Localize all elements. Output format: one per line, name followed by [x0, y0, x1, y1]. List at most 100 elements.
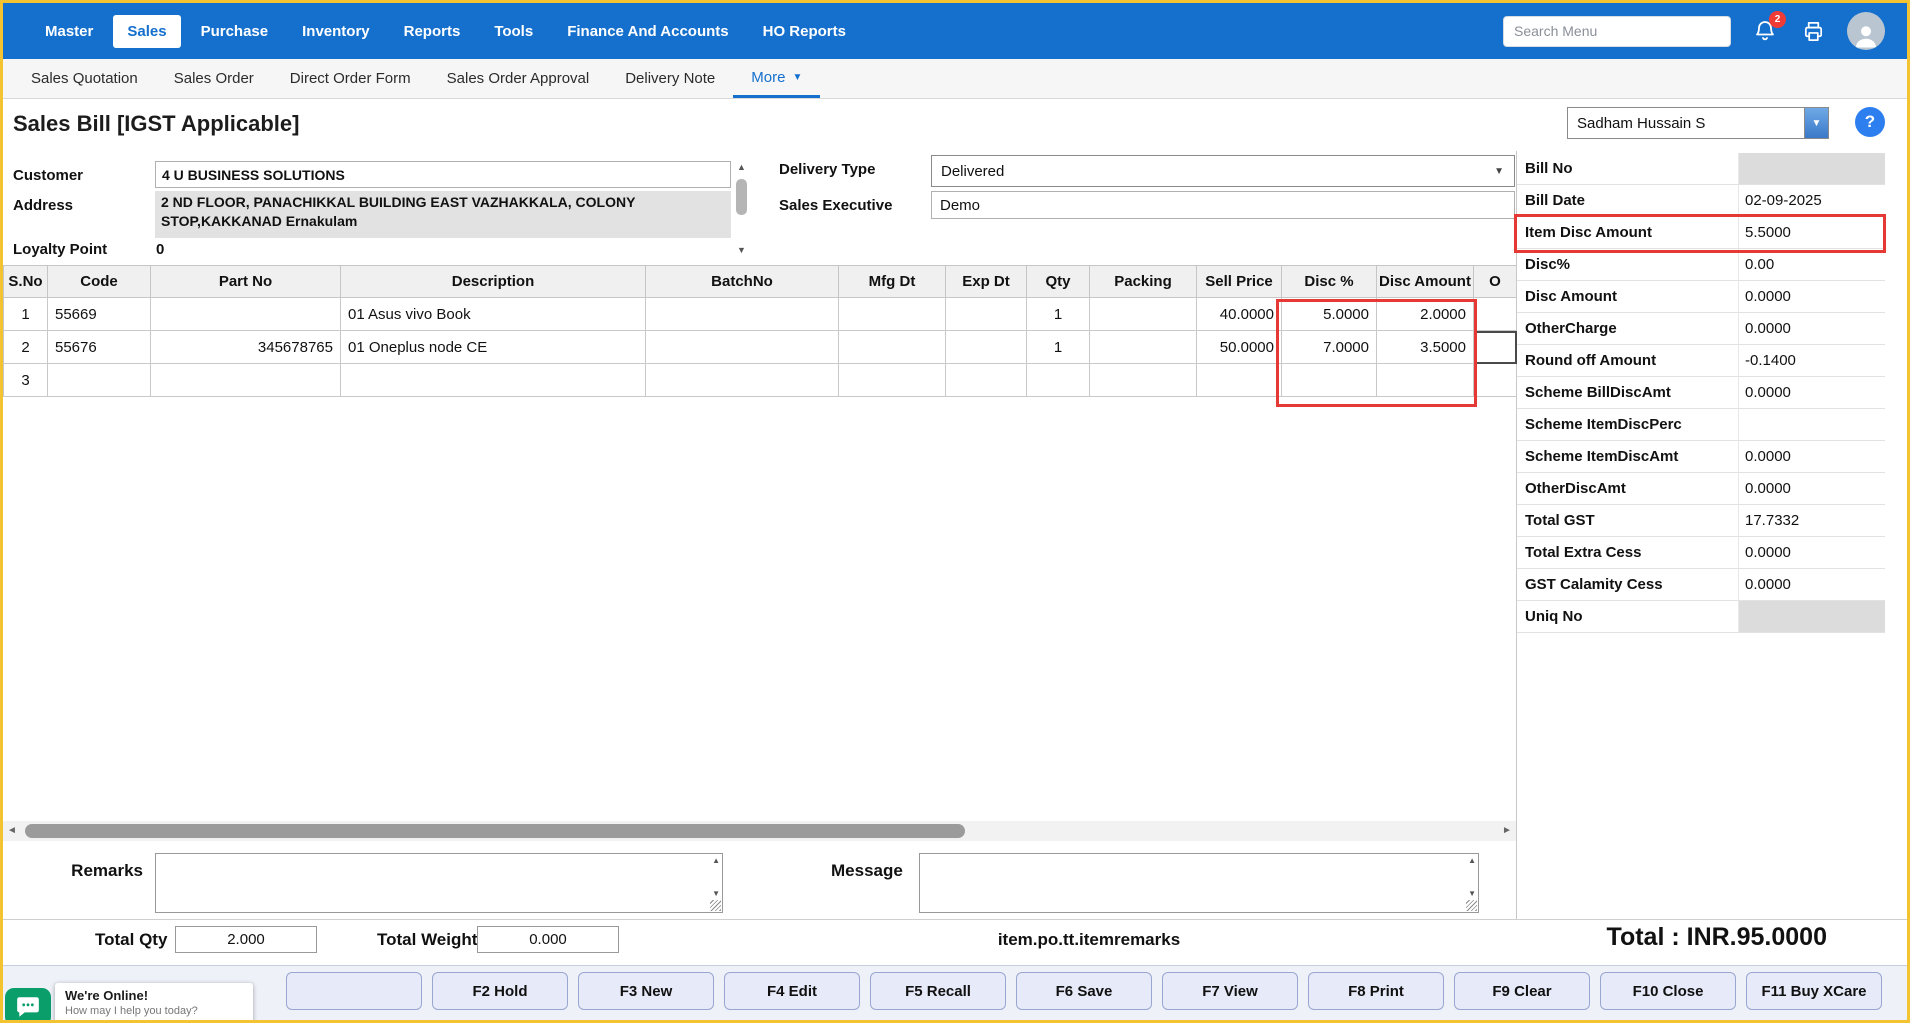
scroll-left-icon[interactable]: ◄	[3, 821, 21, 841]
button-f10-close[interactable]: F10 Close	[1600, 972, 1736, 1010]
cell-mfg[interactable]	[839, 298, 946, 331]
scrollbar-thumb[interactable]	[25, 824, 965, 838]
cell-qty[interactable]: 1	[1027, 298, 1090, 331]
cell-disc-amount[interactable]: 2.0000	[1377, 298, 1474, 331]
summary-value[interactable]	[1739, 601, 1885, 632]
summary-value[interactable]: 0.0000	[1739, 313, 1885, 344]
salesman-select[interactable]: Sadham Hussain S ▼	[1567, 107, 1829, 139]
button-f4-edit[interactable]: F4 Edit	[724, 972, 860, 1010]
summary-value[interactable]: 0.0000	[1739, 537, 1885, 568]
cell-batch[interactable]	[646, 331, 839, 364]
cell-othercharge[interactable]	[1474, 364, 1517, 397]
summary-value[interactable]: 17.7332	[1739, 505, 1885, 536]
tab-direct-order-form[interactable]: Direct Order Form	[272, 59, 429, 98]
cell-batch[interactable]	[646, 364, 839, 397]
cell-sno[interactable]: 1	[4, 298, 48, 331]
scroll-right-icon[interactable]: ►	[1498, 821, 1516, 841]
cell-description[interactable]: 01 Oneplus node CE	[341, 331, 646, 364]
cell-code[interactable]	[48, 364, 151, 397]
cell-mfg[interactable]	[839, 364, 946, 397]
nav-item-reports[interactable]: Reports	[390, 15, 475, 48]
total-weight-input[interactable]	[477, 926, 619, 953]
resize-handle[interactable]	[710, 900, 721, 911]
scroll-up-icon[interactable]: ▲	[734, 161, 749, 174]
cell-sell-price[interactable]: 50.0000	[1197, 331, 1282, 364]
chat-status-card[interactable]: We're Online! How may I help you today?	[55, 983, 253, 1023]
cell-part[interactable]	[151, 364, 341, 397]
nav-item-finance-and-accounts[interactable]: Finance And Accounts	[553, 15, 742, 48]
summary-value[interactable]: 5.5000	[1739, 217, 1885, 248]
help-button[interactable]: ?	[1855, 107, 1885, 137]
cell-packing[interactable]	[1090, 364, 1197, 397]
cell-mfg[interactable]	[839, 331, 946, 364]
button-f8-print[interactable]: F8 Print	[1308, 972, 1444, 1010]
button-f9-clear[interactable]: F9 Clear	[1454, 972, 1590, 1010]
scrollbar-thumb[interactable]	[736, 179, 747, 215]
summary-value[interactable]: 02-09-2025	[1739, 185, 1885, 216]
delivery-type-select[interactable]: Delivered ▼	[931, 155, 1515, 187]
tab-sales-order[interactable]: Sales Order	[156, 59, 272, 98]
tab-delivery-note[interactable]: Delivery Note	[607, 59, 733, 98]
cell-disc-amount[interactable]	[1377, 364, 1474, 397]
cell-code[interactable]: 55669	[48, 298, 151, 331]
nav-item-inventory[interactable]: Inventory	[288, 15, 384, 48]
total-qty-input[interactable]	[175, 926, 317, 953]
address-scrollbar[interactable]: ▲ ▼	[734, 161, 749, 257]
cell-description[interactable]: 01 Asus vivo Book	[341, 298, 646, 331]
print-button[interactable]	[1799, 17, 1827, 45]
summary-value[interactable]: 0.0000	[1739, 569, 1885, 600]
summary-value[interactable]	[1739, 153, 1885, 184]
cell-othercharge[interactable]	[1474, 331, 1517, 364]
summary-value[interactable]	[1739, 409, 1885, 440]
customer-input[interactable]	[155, 161, 731, 188]
cell-disc-pct[interactable]: 7.0000	[1282, 331, 1377, 364]
nav-item-master[interactable]: Master	[31, 15, 107, 48]
user-avatar[interactable]	[1847, 12, 1885, 50]
cell-disc-pct[interactable]	[1282, 364, 1377, 397]
button-f3-new[interactable]: F3 New	[578, 972, 714, 1010]
grid-horizontal-scrollbar[interactable]: ◄ ►	[3, 821, 1516, 841]
cell-part[interactable]: 345678765	[151, 331, 341, 364]
notifications-button[interactable]: 2	[1751, 17, 1779, 45]
scroll-up-icon[interactable]: ▲	[1468, 856, 1476, 865]
button-f2-hold[interactable]: F2 Hold	[432, 972, 568, 1010]
cell-exp[interactable]	[946, 331, 1027, 364]
scroll-down-icon[interactable]: ▼	[712, 889, 720, 898]
resize-handle[interactable]	[1466, 900, 1477, 911]
button-f6-save[interactable]: F6 Save	[1016, 972, 1152, 1010]
nav-item-sales[interactable]: Sales	[113, 15, 180, 48]
cell-batch[interactable]	[646, 298, 839, 331]
cell-sell-price[interactable]: 40.0000	[1197, 298, 1282, 331]
cell-packing[interactable]	[1090, 331, 1197, 364]
summary-value[interactable]: 0.0000	[1739, 473, 1885, 504]
nav-item-tools[interactable]: Tools	[480, 15, 547, 48]
button-f1-empty[interactable]	[286, 972, 422, 1010]
cell-part[interactable]	[151, 298, 341, 331]
cell-qty[interactable]: 1	[1027, 331, 1090, 364]
cell-exp[interactable]	[946, 364, 1027, 397]
cell-qty[interactable]	[1027, 364, 1090, 397]
address-textarea[interactable]: 2 ND FLOOR, PANACHIKKAL BUILDING EAST VA…	[155, 191, 731, 238]
cell-othercharge[interactable]	[1474, 298, 1517, 331]
scroll-up-icon[interactable]: ▲	[712, 856, 720, 865]
cell-exp[interactable]	[946, 298, 1027, 331]
cell-packing[interactable]	[1090, 298, 1197, 331]
cell-description[interactable]	[341, 364, 646, 397]
cell-sell-price[interactable]	[1197, 364, 1282, 397]
nav-item-ho-reports[interactable]: HO Reports	[749, 15, 860, 48]
chat-launcher-button[interactable]	[5, 988, 51, 1023]
summary-value[interactable]: -0.1400	[1739, 345, 1885, 376]
nav-item-purchase[interactable]: Purchase	[187, 15, 283, 48]
button-f5-recall[interactable]: F5 Recall	[870, 972, 1006, 1010]
scroll-down-icon[interactable]: ▼	[1468, 889, 1476, 898]
tab-more[interactable]: More ▼	[733, 59, 820, 98]
cell-code[interactable]: 55676	[48, 331, 151, 364]
scroll-down-icon[interactable]: ▼	[734, 244, 749, 257]
button-f11-buy-xcare[interactable]: F11 Buy XCare	[1746, 972, 1882, 1010]
remarks-textarea[interactable]	[155, 853, 723, 913]
cell-disc-pct[interactable]: 5.0000	[1282, 298, 1377, 331]
tab-sales-order-approval[interactable]: Sales Order Approval	[429, 59, 608, 98]
summary-value[interactable]: 0.0000	[1739, 377, 1885, 408]
tab-sales-quotation[interactable]: Sales Quotation	[13, 59, 156, 98]
chevron-down-icon[interactable]: ▼	[1804, 108, 1828, 138]
